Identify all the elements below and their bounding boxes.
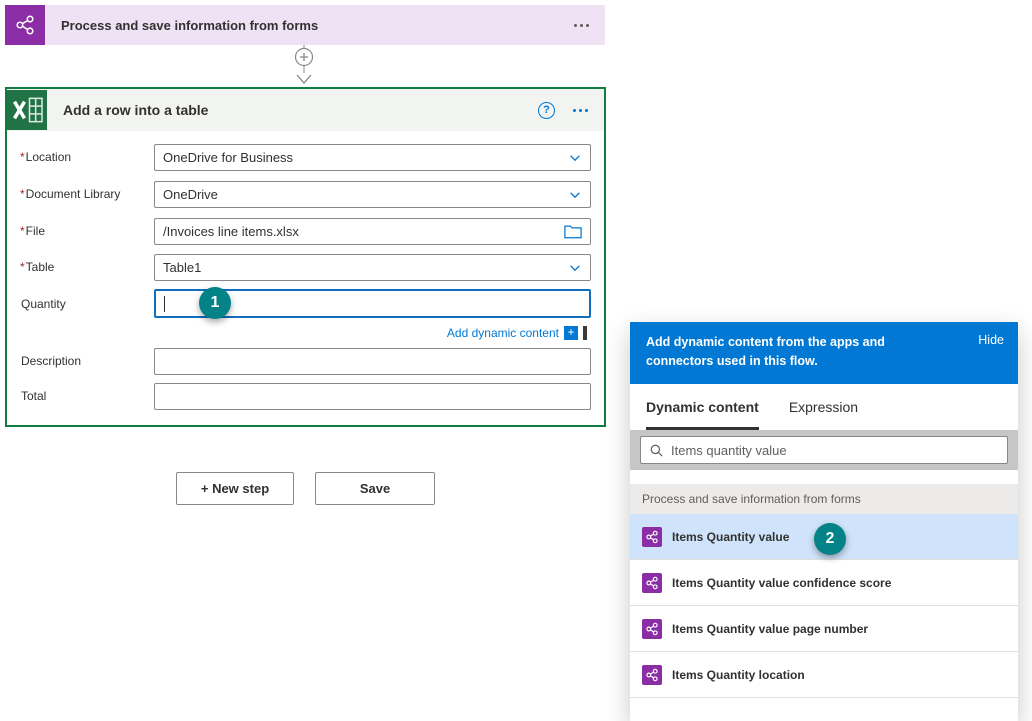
total-input[interactable] — [154, 383, 591, 410]
table-label: *Table — [20, 260, 54, 274]
annotation-step-2: 2 — [814, 523, 846, 555]
dynamic-content-item[interactable]: Items Quantity value page number — [630, 606, 1018, 652]
chevron-down-icon — [568, 151, 582, 165]
quantity-label: Quantity — [20, 297, 66, 311]
tab-expression[interactable]: Expression — [789, 384, 858, 430]
excel-icon — [7, 90, 47, 130]
help-icon[interactable]: ? — [538, 102, 555, 119]
text-caret — [164, 296, 165, 312]
panel-tabs: Dynamic content Expression — [630, 384, 1018, 430]
trigger-ellipsis-icon[interactable] — [574, 24, 589, 27]
action-card-add-row: Add a row into a table ? *Location OneDr… — [5, 87, 606, 427]
dynamic-content-group-header: Process and save information from forms — [630, 484, 1018, 514]
add-dynamic-content-link[interactable]: Add dynamic content + — [447, 326, 587, 340]
description-input[interactable] — [154, 348, 591, 375]
action-card-title: Add a row into a table — [63, 102, 208, 118]
ai-builder-icon — [642, 573, 662, 593]
search-box[interactable] — [640, 436, 1008, 464]
description-label: Description — [20, 354, 81, 368]
ai-builder-icon — [642, 619, 662, 639]
panel-header-message: Add dynamic content from the apps and co… — [646, 333, 946, 384]
trigger-card[interactable]: Process and save information from forms — [5, 5, 605, 45]
search-band — [630, 430, 1018, 470]
dynamic-content-panel: Add dynamic content from the apps and co… — [630, 322, 1018, 721]
total-label: Total — [20, 389, 46, 403]
dynamic-content-item[interactable]: Items Quantity value confidence score — [630, 560, 1018, 606]
file-label: *File — [20, 224, 45, 238]
add-dynamic-content-bar-icon — [583, 326, 587, 340]
insert-step-connector[interactable] — [289, 45, 319, 92]
dynamic-content-item[interactable]: Items Quantity location — [630, 652, 1018, 698]
add-dynamic-content-plus-icon[interactable]: + — [564, 326, 578, 340]
action-card-header[interactable]: Add a row into a table ? — [7, 89, 604, 131]
trigger-title: Process and save information from forms — [61, 18, 318, 33]
flow-designer-canvas: Process and save information from forms … — [0, 0, 1032, 721]
ai-builder-icon — [642, 665, 662, 685]
new-step-button[interactable]: + New step — [176, 472, 294, 505]
search-input[interactable] — [671, 443, 999, 458]
ai-builder-icon — [642, 527, 662, 547]
tab-dynamic-content[interactable]: Dynamic content — [646, 384, 759, 430]
file-picker[interactable]: /Invoices line items.xlsx — [154, 218, 591, 245]
location-dropdown[interactable]: OneDrive for Business — [154, 144, 591, 171]
card-ellipsis-icon[interactable] — [573, 109, 588, 112]
chevron-down-icon — [568, 261, 582, 275]
table-dropdown[interactable]: Table1 — [154, 254, 591, 281]
location-label: *Location — [20, 150, 71, 164]
folder-icon — [564, 224, 582, 239]
panel-header: Add dynamic content from the apps and co… — [630, 322, 1018, 384]
save-button[interactable]: Save — [315, 472, 435, 505]
document-library-dropdown[interactable]: OneDrive — [154, 181, 591, 208]
ai-builder-icon — [5, 5, 45, 45]
search-icon — [649, 443, 664, 458]
hide-panel-link[interactable]: Hide — [978, 333, 1004, 384]
annotation-step-1: 1 — [199, 287, 231, 319]
chevron-down-icon — [568, 188, 582, 202]
document-library-label: *Document Library — [20, 187, 120, 201]
